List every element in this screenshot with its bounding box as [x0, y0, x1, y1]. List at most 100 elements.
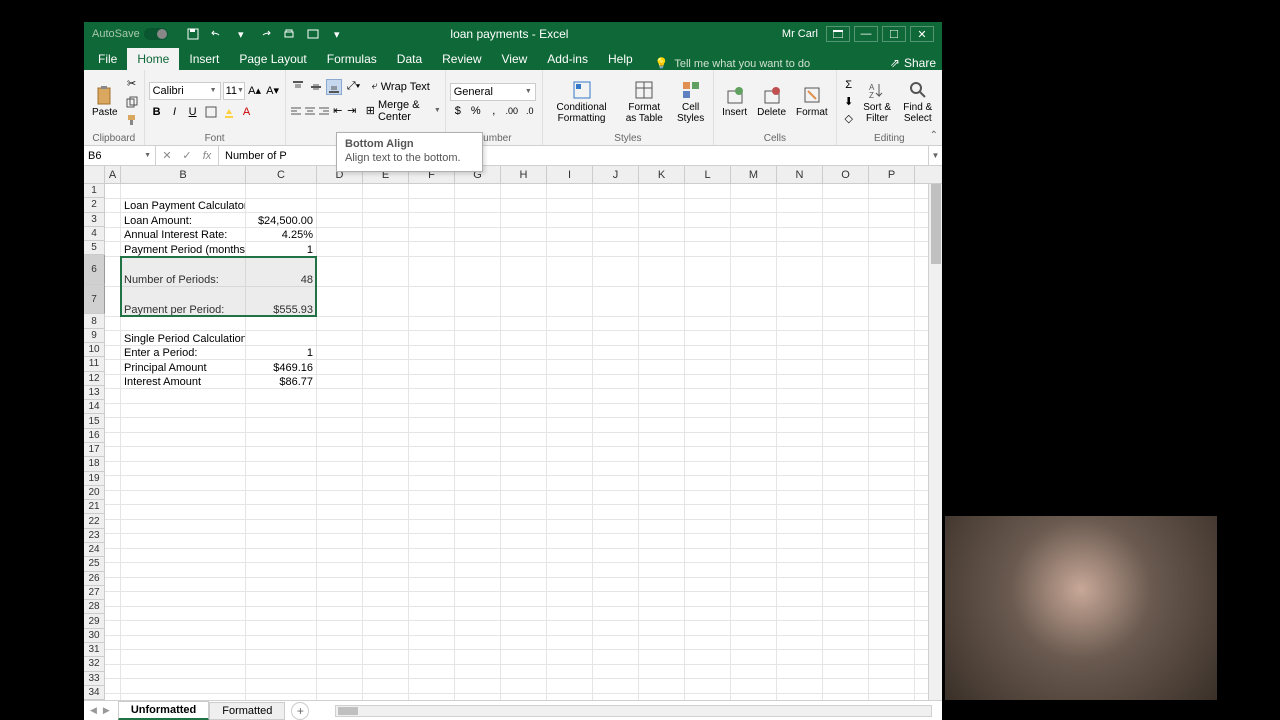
cell[interactable]	[593, 476, 639, 490]
cell[interactable]	[869, 199, 915, 213]
fill-color-icon[interactable]	[221, 104, 237, 120]
cell[interactable]	[639, 287, 685, 316]
cell[interactable]	[409, 650, 455, 664]
cell[interactable]	[823, 287, 869, 316]
cell[interactable]	[547, 346, 593, 360]
wrap-text-button[interactable]: ⤶ Wrap Text	[372, 80, 430, 93]
cell[interactable]	[823, 665, 869, 679]
tab-addins[interactable]: Add-ins	[537, 48, 598, 70]
cell[interactable]	[455, 404, 501, 418]
cell[interactable]	[121, 389, 246, 403]
cell[interactable]	[363, 447, 409, 461]
cell[interactable]	[501, 287, 547, 316]
tab-help[interactable]: Help	[598, 48, 643, 70]
cell[interactable]	[409, 331, 455, 345]
cell[interactable]	[501, 331, 547, 345]
cell[interactable]	[547, 447, 593, 461]
cell[interactable]	[685, 199, 731, 213]
row-header[interactable]: 31	[84, 643, 105, 657]
cell[interactable]	[823, 389, 869, 403]
cell[interactable]: Loan Amount:	[121, 213, 246, 227]
cell[interactable]	[639, 650, 685, 664]
cell[interactable]	[105, 447, 121, 461]
copy-icon[interactable]	[124, 94, 140, 110]
cell[interactable]	[639, 375, 685, 389]
col-header-O[interactable]: O	[823, 166, 869, 183]
cell[interactable]	[246, 404, 317, 418]
cell[interactable]	[317, 563, 363, 577]
cell[interactable]	[363, 404, 409, 418]
cell[interactable]	[823, 650, 869, 664]
cell[interactable]	[363, 360, 409, 374]
cell[interactable]	[685, 375, 731, 389]
row-header[interactable]: 28	[84, 600, 105, 614]
cell[interactable]	[639, 607, 685, 621]
cell[interactable]	[777, 534, 823, 548]
cell[interactable]	[105, 462, 121, 476]
cell[interactable]	[455, 578, 501, 592]
insert-cells-button[interactable]: Insert	[718, 83, 751, 120]
cell[interactable]	[731, 360, 777, 374]
cell[interactable]	[547, 607, 593, 621]
cell[interactable]	[246, 534, 317, 548]
cell[interactable]	[246, 549, 317, 563]
cell[interactable]	[317, 679, 363, 693]
cell[interactable]	[777, 346, 823, 360]
cell[interactable]	[121, 549, 246, 563]
cell[interactable]	[547, 636, 593, 650]
print-icon[interactable]	[282, 27, 296, 41]
decrease-indent-icon[interactable]: ⇤	[332, 103, 344, 119]
cell[interactable]	[409, 636, 455, 650]
col-header-L[interactable]: L	[685, 166, 731, 183]
cell[interactable]	[593, 375, 639, 389]
cell[interactable]	[823, 346, 869, 360]
cell[interactable]	[409, 491, 455, 505]
cell[interactable]	[246, 433, 317, 447]
cell[interactable]	[685, 636, 731, 650]
cell[interactable]	[501, 665, 547, 679]
cell[interactable]	[685, 184, 731, 198]
cell[interactable]	[501, 389, 547, 403]
cell[interactable]	[823, 331, 869, 345]
cell[interactable]: 4.25%	[246, 228, 317, 242]
enter-icon[interactable]: ✓	[180, 149, 194, 163]
cell[interactable]	[121, 433, 246, 447]
cell[interactable]	[363, 433, 409, 447]
cell[interactable]	[685, 505, 731, 519]
cell[interactable]	[121, 317, 246, 331]
row-header[interactable]: 26	[84, 572, 105, 586]
cell[interactable]	[121, 592, 246, 606]
cell[interactable]	[363, 636, 409, 650]
cell[interactable]	[455, 650, 501, 664]
clear-icon[interactable]: ◇	[841, 111, 857, 127]
cell[interactable]	[246, 621, 317, 635]
cell[interactable]	[363, 549, 409, 563]
cell[interactable]	[501, 213, 547, 227]
cell[interactable]	[105, 679, 121, 693]
save-icon[interactable]	[186, 27, 200, 41]
cell[interactable]	[409, 242, 455, 256]
undo-icon[interactable]	[210, 27, 224, 41]
cell[interactable]	[409, 375, 455, 389]
cell[interactable]	[823, 404, 869, 418]
cell[interactable]	[639, 549, 685, 563]
cell[interactable]	[869, 447, 915, 461]
orientation-icon[interactable]: ⤢▾	[344, 79, 364, 95]
cell[interactable]	[455, 491, 501, 505]
cell[interactable]	[547, 287, 593, 316]
col-header-M[interactable]: M	[731, 166, 777, 183]
row-header[interactable]: 3	[84, 213, 105, 227]
cell[interactable]	[823, 447, 869, 461]
cell[interactable]: $86.77	[246, 375, 317, 389]
cell[interactable]	[409, 257, 455, 286]
cell[interactable]	[593, 447, 639, 461]
cell[interactable]	[317, 578, 363, 592]
cell[interactable]	[317, 534, 363, 548]
cell[interactable]	[455, 592, 501, 606]
cell[interactable]	[501, 462, 547, 476]
cell[interactable]: Payment per Period:	[121, 287, 246, 316]
cell[interactable]	[317, 360, 363, 374]
cell[interactable]	[547, 520, 593, 534]
cell[interactable]	[246, 578, 317, 592]
cell[interactable]	[869, 665, 915, 679]
